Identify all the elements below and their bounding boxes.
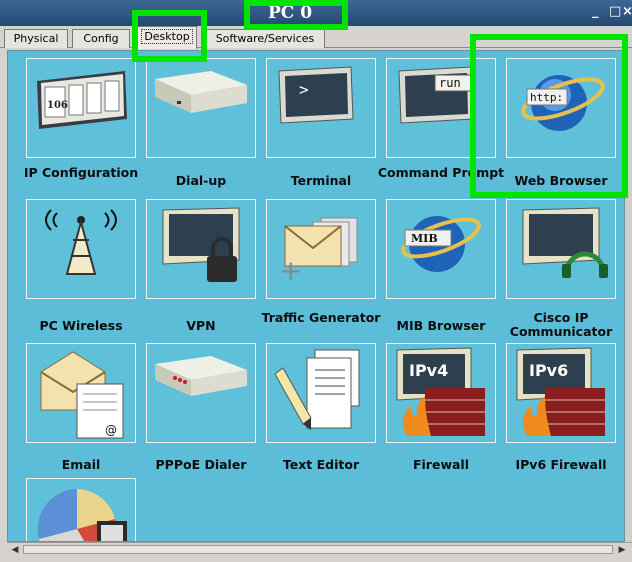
tab-config[interactable]: Config — [72, 29, 130, 48]
terminal-art-text: > — [299, 80, 309, 99]
ip-configuration-icon[interactable]: 106 — [26, 58, 136, 158]
email-icon[interactable]: @ — [26, 343, 136, 443]
firewall-art-text: IPv4 — [409, 361, 448, 380]
tab-software-services[interactable]: Software/Services — [205, 29, 325, 48]
command-prompt-art-text: run — [439, 76, 461, 90]
traffic-generator-icon[interactable]: + — [266, 199, 376, 299]
tab-physical[interactable]: Physical — [4, 29, 68, 48]
tab-label: Software/Services — [215, 32, 315, 45]
app-label: IPv6 Firewall — [515, 457, 607, 472]
ipv6-firewall-art-text: IPv6 — [529, 361, 568, 380]
minimize-button[interactable]: _ — [592, 3, 599, 21]
highlight-window-title — [244, 0, 348, 30]
terminal-icon[interactable]: > — [266, 58, 376, 158]
app-label: Traffic Generator — [261, 310, 381, 325]
firewall-icon[interactable]: IPv4 — [386, 343, 496, 443]
highlight-web-browser — [470, 34, 628, 198]
app-label: Text Editor — [282, 457, 360, 472]
app-label: VPN — [186, 318, 216, 333]
ip-communicator-icon[interactable] — [506, 199, 616, 299]
pppoe-dialer-icon[interactable] — [146, 343, 256, 443]
app-label: Terminal — [290, 173, 352, 188]
highlight-desktop-tab — [132, 10, 207, 62]
tab-label: Config — [83, 32, 119, 45]
email-art-text: @ — [105, 423, 117, 437]
scroll-left-arrow-icon[interactable]: ◀ — [9, 544, 21, 556]
wireless-tower-icon[interactable] — [26, 199, 136, 299]
vpn-lock-icon[interactable] — [146, 199, 256, 299]
svg-text:+: + — [279, 254, 302, 287]
app-label: Dial-up — [175, 173, 227, 188]
mib-browser-icon[interactable]: MIB — [386, 199, 496, 299]
maximize-button[interactable]: □ — [609, 3, 621, 21]
app-label: Firewall — [412, 457, 470, 472]
ip-config-art-text: 106 — [47, 100, 68, 111]
modem-icon[interactable] — [146, 58, 256, 158]
pie-chart-app-icon[interactable] — [26, 478, 136, 541]
ipv6-firewall-icon[interactable]: IPv6 — [506, 343, 616, 443]
app-label: Email — [61, 457, 101, 472]
app-label: IP Configuration — [23, 165, 139, 180]
text-editor-icon[interactable] — [266, 343, 376, 443]
app-label: Cisco IP Communicator — [509, 310, 613, 339]
app-label: PC Wireless — [39, 318, 123, 333]
mib-browser-art-text: MIB — [411, 232, 438, 245]
tab-label: Physical — [13, 32, 59, 45]
horizontal-scrollbar[interactable]: ◀ ▶ — [7, 542, 632, 556]
app-label: PPPoE Dialer — [155, 457, 247, 472]
scrollbar-thumb[interactable] — [23, 545, 613, 554]
app-label: MIB Browser — [396, 318, 486, 333]
close-button[interactable]: × — [622, 3, 632, 21]
scroll-right-arrow-icon[interactable]: ▶ — [616, 544, 628, 556]
